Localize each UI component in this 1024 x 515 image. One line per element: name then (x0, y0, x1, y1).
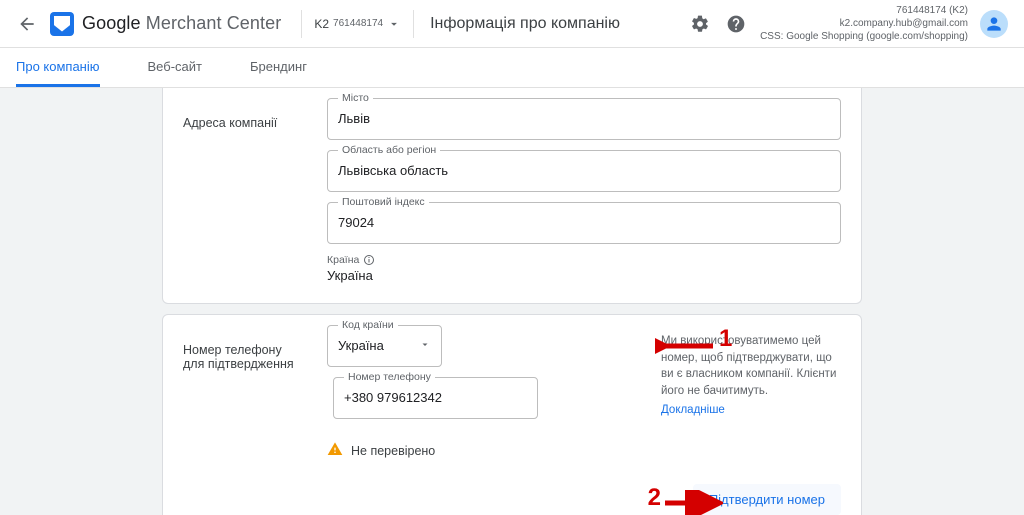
phone-status-row: Не перевірено (327, 441, 637, 460)
country-label-row: Країна (327, 254, 841, 266)
city-label: Місто (338, 92, 373, 104)
header-account-info: 761448174 (K2) k2.company.hub@gmail.com … (760, 4, 968, 43)
confirm-phone-button[interactable]: Підтвердити номер (693, 484, 841, 515)
tab-website[interactable]: Веб-сайт (148, 48, 202, 87)
account-switcher-id: 761448174 (333, 18, 383, 29)
region-field[interactable]: Область або регіон Львівська область (327, 150, 841, 192)
tab-about[interactable]: Про компанію (16, 48, 100, 87)
main-content: Адреса компанії Місто Львів Область або … (0, 88, 1024, 515)
merchant-center-logo-icon (50, 12, 74, 36)
warning-icon (327, 441, 343, 460)
account-switcher[interactable]: K2 761448174 (301, 10, 414, 38)
avatar[interactable] (980, 10, 1008, 38)
address-card: Адреса компанії Місто Львів Область або … (162, 88, 862, 304)
account-switcher-name: K2 (314, 17, 329, 31)
country-value: Україна (327, 268, 841, 283)
product-name-google: Google (82, 13, 141, 33)
header: Google Merchant Center K2 761448174 Інфо… (0, 0, 1024, 48)
phone-learn-more-link[interactable]: Докладніше (661, 402, 841, 419)
annotation-label-2: 2 (648, 484, 661, 512)
phone-card: Номер телефону для підтвердження Код кра… (162, 314, 862, 515)
phone-number-field[interactable]: Номер телефону +380 979612342 (333, 377, 538, 419)
product-name: Google Merchant Center (82, 13, 281, 34)
info-icon[interactable] (363, 254, 375, 266)
header-account-css: CSS: Google Shopping (google.com/shoppin… (760, 30, 968, 43)
tab-branding[interactable]: Брендинг (250, 48, 307, 87)
settings-icon[interactable] (686, 10, 714, 38)
postal-label: Поштовий індекс (338, 196, 429, 208)
address-section-label: Адреса компанії (183, 98, 303, 283)
chevron-down-icon (419, 339, 431, 354)
phone-aside: Ми використовуватимемо цей номер, щоб пі… (661, 325, 841, 460)
header-account-id-line: 761448174 (K2) (760, 4, 968, 17)
phone-aside-text: Ми використовуватимемо цей номер, щоб пі… (661, 335, 836, 397)
country-label: Країна (327, 254, 359, 266)
header-account-email: k2.company.hub@gmail.com (760, 17, 968, 30)
phone-number-label: Номер телефону (344, 371, 435, 383)
page-title: Інформація про компанію (430, 15, 620, 33)
city-field[interactable]: Місто Львів (327, 98, 841, 140)
postal-field[interactable]: Поштовий індекс 79024 (327, 202, 841, 244)
phone-status-text: Не перевірено (351, 444, 435, 458)
back-arrow-icon[interactable] (16, 13, 38, 35)
chevron-down-icon (387, 17, 401, 31)
help-icon[interactable] (722, 10, 750, 38)
phone-country-label: Код країни (338, 319, 398, 331)
product-name-rest: Merchant Center (141, 13, 282, 33)
phone-country-field[interactable]: Код країни Україна (327, 325, 442, 367)
tabbar: Про компанію Веб-сайт Брендинг (0, 48, 1024, 88)
region-label: Область або регіон (338, 144, 440, 156)
city-value: Львів (328, 99, 840, 126)
phone-section-label: Номер телефону для підтвердження (183, 325, 303, 460)
